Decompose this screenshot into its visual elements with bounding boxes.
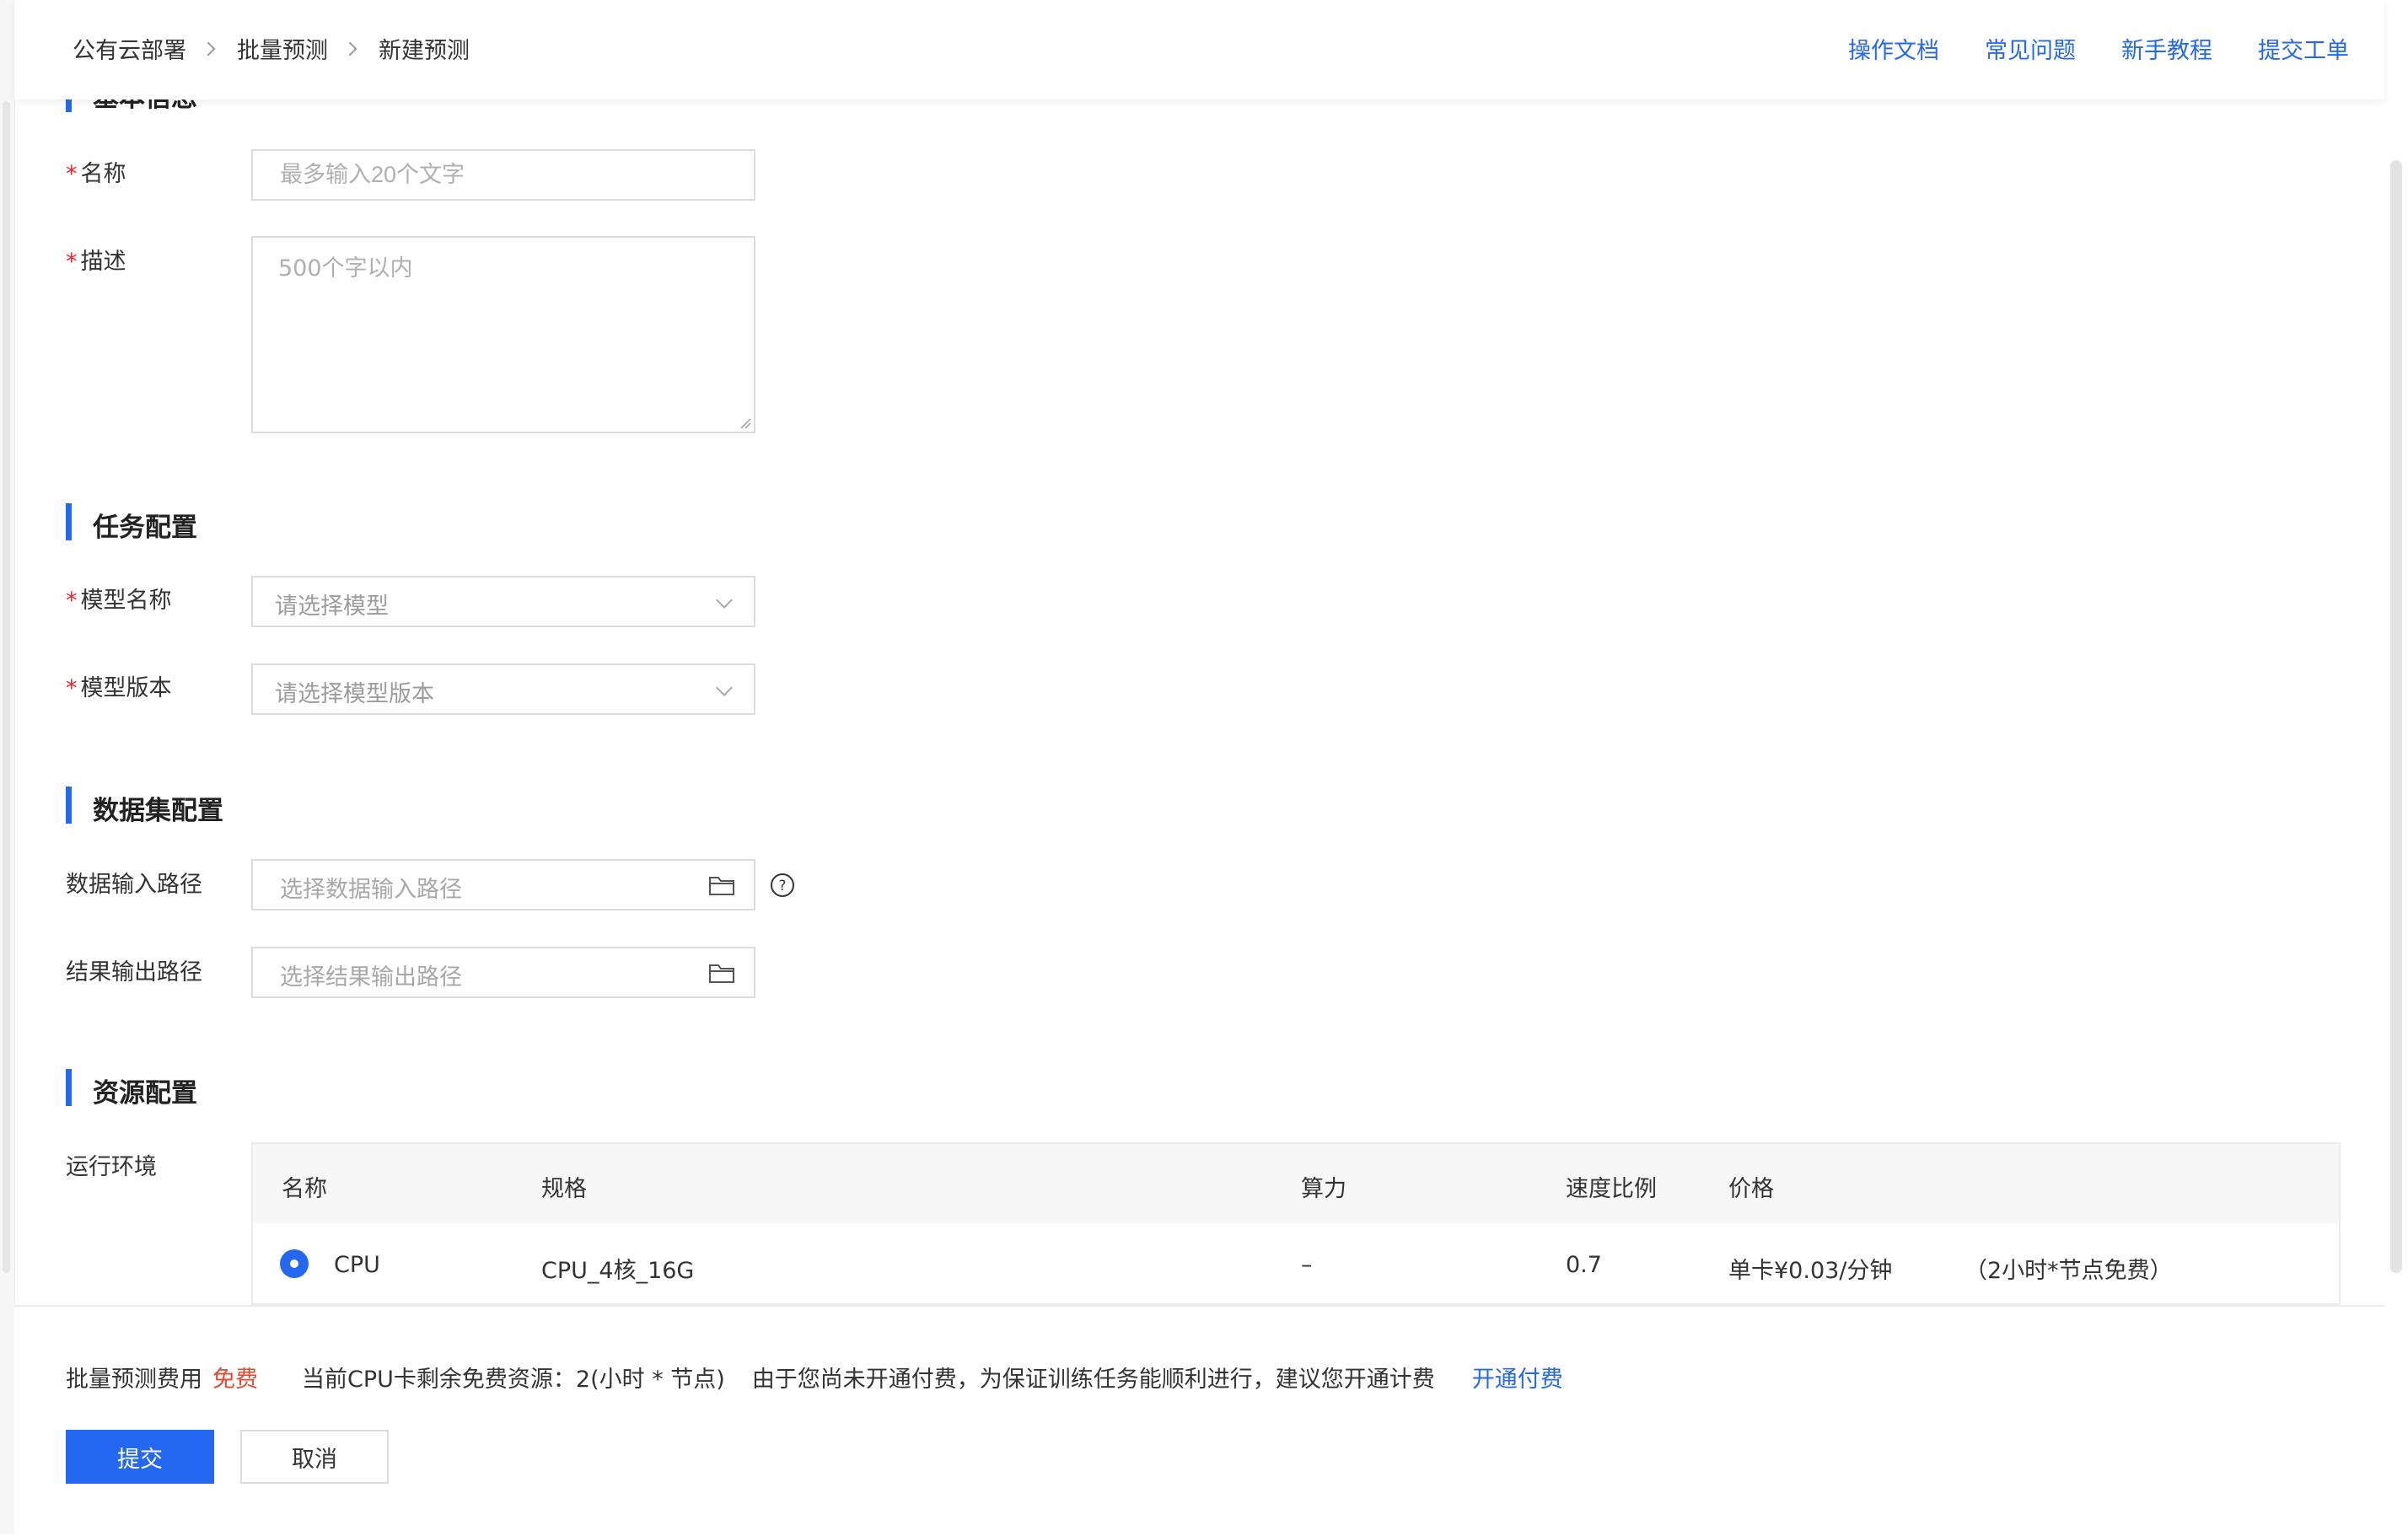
section-title: 资源配置 xyxy=(93,1078,197,1109)
input-path-placeholder: 选择数据输入路径 xyxy=(280,877,462,903)
desc-label-text: 描述 xyxy=(80,249,126,275)
model-name-label-text: 模型名称 xyxy=(80,588,172,614)
model-version-select[interactable]: 请选择模型版本 xyxy=(251,663,755,715)
section-accent-bar xyxy=(66,1069,72,1106)
page-scrollbar[interactable] xyxy=(2384,0,2408,1305)
suggestion-text: 由于您尚未开通付费，为保证训练任务能顺利进行，建议您开通计费 xyxy=(751,1367,1435,1393)
model-name-select[interactable]: 请选择模型 xyxy=(251,576,755,627)
column-header-speed: 速度比例 xyxy=(1566,1176,1657,1202)
section-accent-bar xyxy=(66,503,72,540)
free-resource-text: 当前CPU卡剩余免费资源：2(小时 * 节点) xyxy=(302,1367,725,1393)
required-mark: * xyxy=(66,249,78,275)
name-input[interactable] xyxy=(251,149,755,201)
required-mark: * xyxy=(66,161,78,187)
folder-icon[interactable] xyxy=(708,874,735,896)
name-label: * 名称 xyxy=(66,160,126,189)
required-mark: * xyxy=(66,675,78,701)
chevron-right-icon xyxy=(342,41,357,56)
resize-handle-icon[interactable] xyxy=(738,416,751,429)
chevron-down-icon xyxy=(716,592,733,609)
column-header-price: 价格 xyxy=(1728,1176,1774,1202)
submit-button[interactable]: 提交 xyxy=(66,1430,214,1484)
name-label-text: 名称 xyxy=(80,161,126,187)
fee-info: 批量预测费用 免费 当前CPU卡剩余免费资源：2(小时 * 节点) 由于您尚未开通付费… xyxy=(66,1361,1563,1394)
input-path-field[interactable]: 选择数据输入路径 xyxy=(251,859,755,910)
link-tutorial[interactable]: 新手教程 xyxy=(2121,32,2212,65)
breadcrumb-item-batch-predict[interactable]: 批量预测 xyxy=(237,32,328,65)
model-version-placeholder: 请选择模型版本 xyxy=(275,681,434,707)
open-pay-link[interactable]: 开通付费 xyxy=(1472,1367,1563,1393)
footer-bar: 批量预测费用 免费 当前CPU卡剩余免费资源：2(小时 * 节点) 由于您尚未开通付费… xyxy=(14,1305,2384,1536)
runtime-label: 运行环境 xyxy=(66,1154,157,1180)
link-faq[interactable]: 常见问题 xyxy=(1985,32,2076,65)
chevron-down-icon xyxy=(716,679,733,696)
row-price: 单卡¥0.03/分钟 xyxy=(1728,1258,1893,1284)
column-header-power: 算力 xyxy=(1301,1176,1346,1202)
svg-text:?: ? xyxy=(778,878,786,894)
model-version-label: * 模型版本 xyxy=(66,674,172,703)
model-name-placeholder: 请选择模型 xyxy=(275,593,389,620)
radio-dot xyxy=(290,1259,298,1268)
section-accent-bar xyxy=(66,787,72,824)
cancel-button[interactable]: 取消 xyxy=(240,1430,389,1484)
row-power: – xyxy=(1301,1252,1313,1278)
model-name-label: * 模型名称 xyxy=(66,587,172,615)
header-links: 操作文档 常见问题 新手教程 提交工单 xyxy=(1803,32,2349,65)
page-scrollbar-thumb[interactable] xyxy=(2390,160,2402,1273)
section-title: 任务配置 xyxy=(93,513,197,543)
folder-icon[interactable] xyxy=(708,962,735,984)
row-free-note: （2小时*节点免费） xyxy=(1965,1258,2173,1284)
input-path-label: 数据输入路径 xyxy=(66,872,202,898)
chevron-right-icon xyxy=(201,41,216,56)
row-speed: 0.7 xyxy=(1566,1252,1602,1278)
column-header-spec: 规格 xyxy=(541,1176,587,1202)
output-path-field[interactable]: 选择结果输出路径 xyxy=(251,947,755,998)
output-path-label: 结果输出路径 xyxy=(66,959,202,986)
left-rail xyxy=(0,0,15,1534)
row-spec: CPU_4核_16G xyxy=(541,1258,695,1284)
model-version-label-text: 模型版本 xyxy=(80,675,172,701)
row-name: CPU xyxy=(334,1252,380,1278)
breadcrumb-item-new-predict: 新建预测 xyxy=(379,38,470,64)
column-header-name: 名称 xyxy=(282,1176,327,1202)
link-ticket[interactable]: 提交工单 xyxy=(2258,32,2349,65)
help-circle-icon[interactable]: ? xyxy=(770,873,795,898)
breadcrumb: 公有云部署 批量预测 新建预测 xyxy=(73,32,470,65)
breadcrumb-item-public-cloud[interactable]: 公有云部署 xyxy=(73,32,186,65)
radio-selected-icon[interactable] xyxy=(280,1249,309,1278)
required-mark: * xyxy=(66,588,78,614)
fee-label: 批量预测费用 xyxy=(66,1367,202,1393)
page-header: 公有云部署 批量预测 新建预测 操作文档 常见问题 新手教程 提交工单 xyxy=(14,0,2384,99)
section-title: 数据集配置 xyxy=(93,796,223,826)
left-scrollbar-thumb[interactable] xyxy=(3,101,10,1273)
link-docs[interactable]: 操作文档 xyxy=(1848,32,1939,65)
output-path-placeholder: 选择结果输出路径 xyxy=(280,964,462,991)
description-textarea[interactable]: 500个字以内 xyxy=(251,236,755,433)
desc-label: * 描述 xyxy=(66,248,126,277)
description-placeholder: 500个字以内 xyxy=(278,255,413,282)
runtime-table: 名称 规格 算力 速度比例 价格 CPU CPU_4核_16G – 0.7 单卡… xyxy=(251,1142,2341,1305)
fee-value: 免费 xyxy=(212,1367,258,1393)
